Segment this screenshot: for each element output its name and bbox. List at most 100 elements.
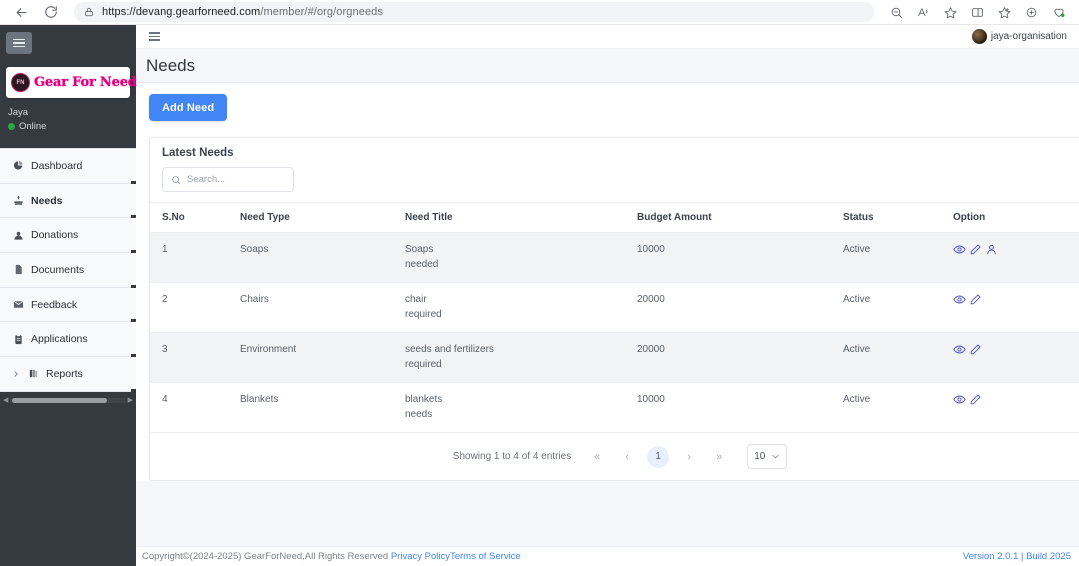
url-host: https://devang.gearforneed.com — [102, 6, 261, 18]
sidebar-user-name: Jaya — [8, 107, 29, 118]
edit-pencil-icon[interactable] — [969, 243, 982, 256]
cell-status: Active — [843, 382, 953, 433]
pagination-last-button[interactable]: » — [709, 447, 729, 467]
table-row[interactable]: 1 Soaps Soaps needed 10000 Active — [150, 232, 1079, 283]
cell-budget: 10000 — [637, 232, 843, 283]
edit-pencil-icon[interactable] — [969, 343, 982, 356]
cell-budget: 20000 — [637, 282, 843, 333]
sidebar-item-dashboard[interactable]: Dashboard — [0, 149, 136, 184]
view-eye-icon[interactable] — [953, 393, 966, 406]
back-arrow-icon[interactable] — [8, 1, 34, 23]
cell-need-type: Chairs — [240, 282, 405, 333]
need-title-line2: needed — [405, 258, 439, 270]
table-row[interactable]: 4 Blankets blankets needs 10000 Active — [150, 382, 1079, 433]
cell-need-title: chair required — [405, 282, 637, 333]
edit-pencil-icon[interactable] — [969, 293, 982, 306]
card-header: Latest Needs — [150, 138, 1079, 202]
terms-of-service-link[interactable]: Terms of Service — [450, 551, 521, 562]
pagination: Showing 1 to 4 of 4 entries « ‹ 1 › » 10 — [150, 433, 1079, 480]
split-screen-icon[interactable] — [965, 1, 990, 23]
pie-chart-icon — [12, 160, 24, 171]
table-body: 1 Soaps Soaps needed 10000 Active 2 Chai… — [150, 232, 1079, 433]
brand-badge-icon: FN — [11, 73, 30, 92]
assign-person-icon[interactable] — [985, 243, 998, 256]
cell-need-type: Environment — [240, 332, 405, 383]
column-header-need-title[interactable]: Need Title — [405, 202, 637, 233]
collections-icon[interactable] — [992, 1, 1017, 23]
column-header-need-type[interactable]: Need Type — [240, 202, 405, 233]
need-title-line1: seeds and fertilizers — [405, 344, 494, 355]
browser-extensions-icon[interactable] — [1019, 1, 1044, 23]
sidebar-nav: Dashboard Needs Donations Documents Feed… — [0, 148, 136, 392]
cell-need-type: Blankets — [240, 382, 405, 433]
chevron-down-icon — [771, 452, 780, 461]
cell-options — [953, 282, 1079, 333]
sidebar-item-reports[interactable]: Reports — [0, 357, 136, 392]
file-icon — [12, 264, 24, 275]
sidebar: FN Gear For Need Jaya Online Dashboard N — [0, 25, 137, 566]
need-title-line1: Soaps — [405, 244, 434, 255]
scrollbar-track[interactable] — [10, 398, 126, 404]
browser-tool-icons — [884, 1, 1071, 23]
hamburger-icon — [13, 37, 25, 50]
sidebar-item-needs[interactable]: Needs — [0, 183, 136, 219]
read-aloud-icon[interactable] — [911, 1, 936, 23]
pagination-next-button[interactable]: › — [679, 447, 699, 467]
pagination-prev-button[interactable]: ‹ — [617, 447, 637, 467]
search-icon — [171, 175, 181, 185]
pagination-page-1[interactable]: 1 — [647, 445, 670, 468]
cell-options — [953, 332, 1079, 383]
sidebar-item-documents[interactable]: Documents — [0, 253, 136, 288]
footer-copyright-text: Copyright©(2024-2025) GearForNeed,All Ri… — [142, 551, 389, 562]
zoom-out-icon[interactable] — [884, 1, 909, 23]
column-header-status[interactable]: Status — [843, 202, 953, 233]
sidebar-user-status: Online — [8, 121, 136, 132]
sidebar-label-needs: Needs — [31, 194, 63, 207]
address-bar[interactable]: https://devang.gearforneed.com/member/#/… — [74, 2, 874, 22]
sidebar-item-donations[interactable]: Donations — [0, 218, 136, 254]
profile-menu[interactable]: jaya-organisation — [971, 29, 1067, 44]
column-header-budget[interactable]: Budget Amount — [637, 202, 843, 233]
cell-sno: 3 — [150, 332, 240, 383]
chevron-right-icon — [12, 370, 20, 378]
reload-icon[interactable] — [38, 1, 64, 23]
pagination-first-button[interactable]: « — [587, 447, 607, 467]
edit-pencil-icon[interactable] — [969, 393, 982, 406]
sidebar-label-documents: Documents — [31, 263, 85, 276]
page-size-select[interactable]: 10 — [747, 444, 788, 469]
cell-budget: 20000 — [637, 332, 843, 383]
sidebar-collapse-button[interactable] — [6, 32, 32, 54]
scroll-left-arrow-icon[interactable]: ◀ — [3, 397, 8, 404]
search-box[interactable] — [162, 167, 294, 192]
cell-need-title: seeds and fertilizers required — [405, 332, 637, 383]
sidebar-label-dashboard: Dashboard — [31, 159, 83, 172]
table-row[interactable]: 3 Environment seeds and fertilizers requ… — [150, 332, 1079, 383]
column-header-sno[interactable]: S.No — [150, 202, 240, 233]
brand-name: Gear For Need — [34, 75, 137, 90]
privacy-policy-link[interactable]: Privacy Policy — [391, 551, 450, 562]
cell-status: Active — [843, 332, 953, 383]
view-eye-icon[interactable] — [953, 293, 966, 306]
view-eye-icon[interactable] — [953, 343, 966, 356]
app-shell: FN Gear For Need Jaya Online Dashboard N — [0, 25, 1079, 566]
need-title-line2: required — [405, 358, 442, 370]
scrollbar-thumb[interactable] — [12, 398, 107, 404]
view-eye-icon[interactable] — [953, 243, 966, 256]
table-row[interactable]: 2 Chairs chair required 20000 Active — [150, 282, 1079, 333]
brand-logo[interactable]: FN Gear For Need — [6, 67, 137, 98]
search-input[interactable] — [187, 174, 285, 185]
scroll-right-arrow-icon[interactable]: ▶ — [128, 397, 133, 404]
add-need-button[interactable]: Add Need — [149, 94, 228, 121]
books-icon — [27, 368, 39, 379]
copilot-icon[interactable] — [1046, 1, 1071, 23]
cell-need-type: Soaps — [240, 232, 405, 283]
profile-name: jaya-organisation — [990, 31, 1067, 42]
sidebar-item-feedback[interactable]: Feedback — [0, 287, 136, 323]
sidebar-horizontal-scrollbar[interactable]: ◀ ▶ — [3, 397, 133, 405]
sidebar-item-applications[interactable]: Applications — [0, 322, 136, 358]
sidebar-toggle-icon[interactable] — [149, 30, 160, 43]
clipboard-icon — [12, 334, 24, 345]
footer: Copyright©(2024-2025) GearForNeed,All Ri… — [136, 546, 1079, 566]
favorite-star-icon[interactable] — [938, 1, 963, 23]
url-path: /member/#/org/orgneeds — [260, 6, 383, 18]
